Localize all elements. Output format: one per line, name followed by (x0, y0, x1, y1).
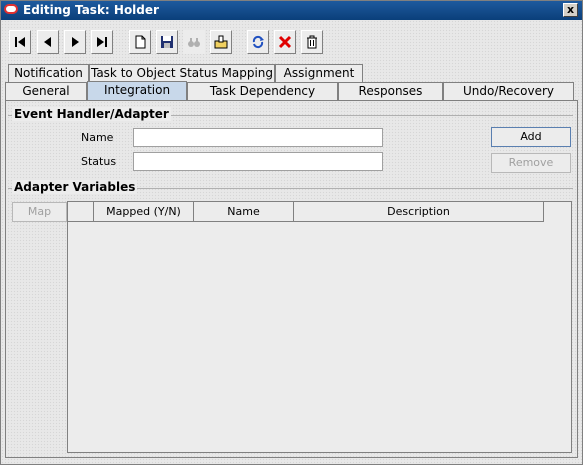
save-button[interactable] (156, 30, 178, 54)
trash-button[interactable] (301, 30, 323, 54)
table-header-name[interactable]: Name (194, 202, 294, 222)
close-window-button[interactable]: x (563, 3, 578, 17)
last-record-button[interactable] (91, 30, 113, 54)
title-bar: Editing Task: Holder x (1, 1, 582, 20)
tab-assignment[interactable]: Assignment (275, 64, 363, 82)
tab-task-object-status-mapping[interactable]: Task to Object Status Mapping (89, 64, 275, 82)
remove-button[interactable]: Remove (491, 153, 571, 173)
refresh-button[interactable] (247, 30, 269, 54)
table-header-select[interactable] (68, 202, 94, 222)
tab-notification[interactable]: Notification (8, 64, 89, 82)
refresh-icon (252, 35, 264, 49)
status-label: Status (81, 155, 117, 168)
tab-integration[interactable]: Integration (87, 81, 187, 101)
tab-general[interactable]: General (5, 82, 87, 100)
toolbar (1, 20, 582, 62)
new-document-icon (135, 35, 146, 49)
new-button[interactable] (129, 30, 151, 54)
table-header-description[interactable]: Description (294, 202, 544, 222)
last-icon (97, 37, 107, 47)
name-field[interactable] (133, 128, 383, 147)
adapter-variables-title: Adapter Variables (12, 180, 138, 194)
trash-icon (307, 35, 317, 49)
delete-icon (278, 35, 292, 49)
add-button[interactable]: Add (491, 127, 571, 147)
integration-panel: Event Handler/Adapter Name Status Add Re… (5, 100, 578, 458)
assign-button[interactable] (210, 30, 232, 54)
first-record-button[interactable] (9, 30, 31, 54)
previous-record-button[interactable] (37, 30, 59, 54)
adapter-variables-table: Mapped (Y/N) Name Description (67, 201, 572, 453)
tab-responses[interactable]: Responses (338, 82, 443, 100)
tab-undo-recovery[interactable]: Undo/Recovery (443, 82, 574, 100)
delete-button[interactable] (274, 30, 296, 54)
tab-task-dependency[interactable]: Task Dependency (187, 82, 338, 100)
table-header-mapped[interactable]: Mapped (Y/N) (94, 202, 194, 222)
save-icon (161, 36, 173, 48)
assign-icon (214, 35, 228, 49)
editing-task-window: Editing Task: Holder x Notification Task… (0, 0, 583, 465)
map-button[interactable]: Map (12, 202, 67, 222)
status-field[interactable] (133, 152, 383, 171)
find-button[interactable] (183, 30, 205, 54)
oracle-app-icon (4, 4, 18, 14)
first-icon (15, 37, 25, 47)
window-title: Editing Task: Holder (23, 3, 159, 17)
previous-icon (44, 37, 51, 47)
content-area: Notification Task to Object Status Mappi… (1, 62, 582, 464)
name-label: Name (81, 131, 114, 144)
next-record-button[interactable] (64, 30, 86, 54)
binoculars-icon (188, 38, 200, 47)
event-handler-title: Event Handler/Adapter (12, 107, 171, 121)
next-icon (72, 37, 79, 47)
